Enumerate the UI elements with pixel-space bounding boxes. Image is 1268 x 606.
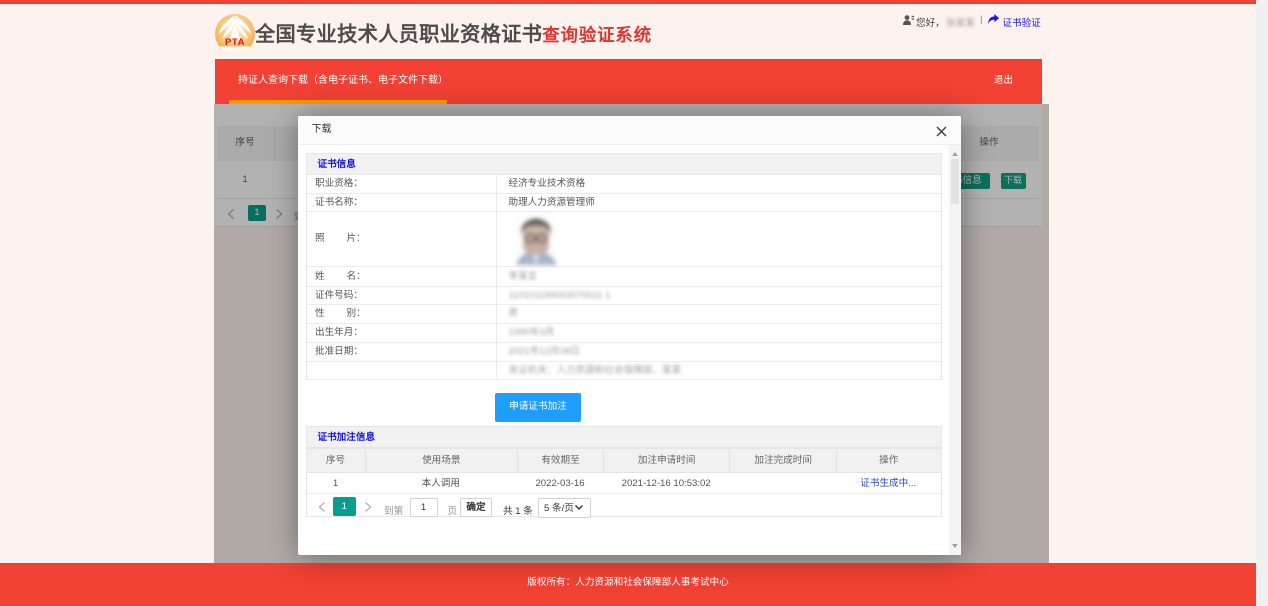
svg-text:PTA: PTA xyxy=(224,37,244,48)
